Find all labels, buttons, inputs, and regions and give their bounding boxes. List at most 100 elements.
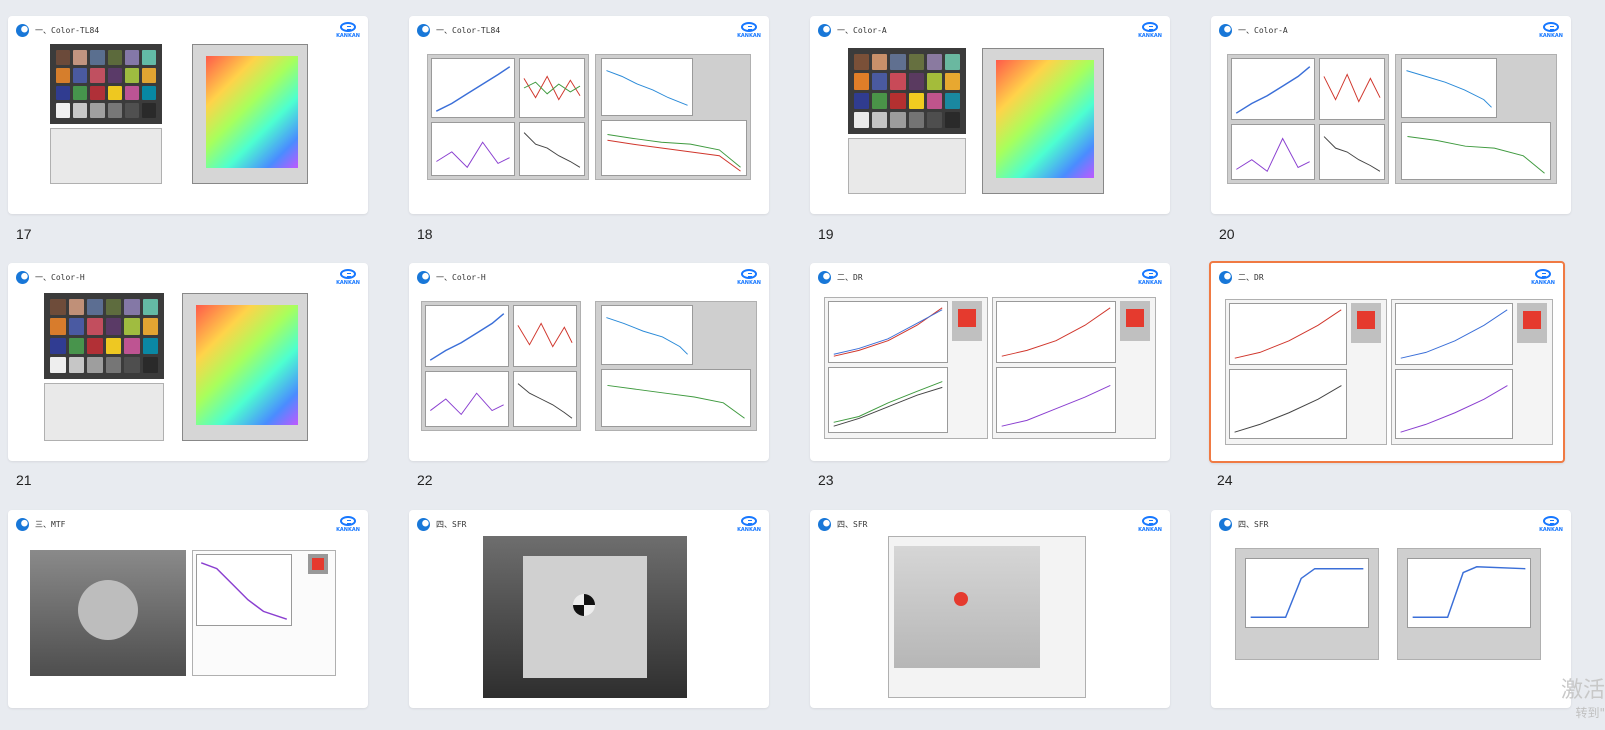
brand-logo: KANKAN	[736, 269, 762, 286]
brand-logo: KANKAN	[1530, 269, 1556, 286]
brand-logo: KANKAN	[1137, 22, 1163, 39]
density-graph	[431, 58, 515, 118]
logo-icon	[1219, 518, 1232, 531]
slide-title: 一、Color-A	[1219, 24, 1288, 37]
noise-graph	[519, 58, 585, 118]
slide-thumbnail-24[interactable]: 二、DR KANKAN	[1209, 261, 1565, 463]
brand-logo: KANKAN	[1137, 269, 1163, 286]
logo-icon	[1219, 271, 1232, 284]
spectrum-graph	[1319, 124, 1385, 180]
slide-thumbnail-20[interactable]: 一、Color-A KANKAN	[1211, 16, 1571, 214]
slide-title: 一、Color-A	[818, 24, 887, 37]
red-patch-image-2	[1517, 303, 1547, 343]
slide-thumbnail-27[interactable]: 四、SFR KANKAN	[810, 510, 1170, 708]
slide-number: 20	[1219, 226, 1235, 242]
slide-number: 19	[818, 226, 834, 242]
logo-icon	[16, 271, 29, 284]
sfr-chart-photo	[483, 536, 687, 698]
dr-density-graph	[1229, 303, 1347, 365]
slide-thumbnail-19[interactable]: 一、Color-A KANKAN	[810, 16, 1170, 214]
red-patch-image	[952, 301, 982, 341]
slide-title: 一、Color-H	[417, 271, 486, 284]
color-checker-image	[50, 44, 162, 124]
slide-number: 21	[16, 472, 32, 488]
sfr-chart-photo	[894, 546, 1040, 668]
slide-title: 一、Color-H	[16, 271, 85, 284]
brand-logo: KANKAN	[736, 22, 762, 39]
colorchecker-graph	[1401, 58, 1497, 118]
gamut-chart-plot	[206, 56, 298, 168]
brand-logo: KANKAN	[1538, 516, 1564, 533]
density-graph	[1231, 58, 1315, 120]
slide-number: 17	[16, 226, 32, 242]
dr-noise-graph-2	[1395, 369, 1513, 439]
colorchecker-graph	[601, 305, 693, 365]
color-checker-image	[44, 293, 164, 379]
activation-watermark: 激活 转到"	[1560, 678, 1605, 721]
red-patch-image	[1351, 303, 1381, 343]
gamut-chart-plot	[996, 60, 1094, 178]
red-patch-image-2	[1120, 301, 1150, 341]
slide-thumbnail-21[interactable]: 一、Color-H KANKAN	[8, 263, 368, 461]
logo-icon	[16, 518, 29, 531]
logo-icon	[417, 271, 430, 284]
slide-thumbnail-28[interactable]: 四、SFR KANKAN	[1211, 510, 1571, 708]
dr-density-graph-2	[1395, 303, 1513, 365]
density-graph	[425, 305, 509, 367]
logo-icon	[417, 24, 430, 37]
snr-graph	[425, 371, 509, 427]
dr-noise-graph	[828, 367, 948, 433]
slide-thumbnail-25[interactable]: 三、MTF KANKAN	[8, 510, 368, 708]
report-panel	[848, 138, 966, 194]
edge-profile-graph-right	[1407, 558, 1531, 628]
dr-density-graph	[828, 301, 948, 363]
logo-icon	[1219, 24, 1232, 37]
brand-logo: KANKAN	[736, 516, 762, 533]
logo-icon	[818, 24, 831, 37]
logo-icon	[818, 271, 831, 284]
slide-number: 24	[1217, 472, 1233, 488]
red-patch-image	[308, 554, 328, 574]
pixel-graph	[1401, 122, 1551, 180]
gamut-chart-plot	[196, 305, 298, 425]
mtf-graph	[196, 554, 292, 626]
slide-title: 一、Color-TL84	[16, 24, 99, 37]
pixel-graph	[601, 120, 747, 176]
spectrum-graph	[513, 371, 577, 427]
snr-graph	[1231, 124, 1315, 180]
report-panel	[50, 128, 162, 184]
noise-graph	[513, 305, 577, 367]
slide-title: 三、MTF	[16, 518, 65, 531]
slide-number: 23	[818, 472, 834, 488]
report-panel	[44, 383, 164, 441]
slide-title: 四、SFR	[818, 518, 867, 531]
snr-graph	[431, 122, 515, 176]
slide-title: 二、DR	[818, 271, 863, 284]
brand-logo: KANKAN	[1538, 22, 1564, 39]
slide-title: 二、DR	[1219, 271, 1264, 284]
brand-logo: KANKAN	[1137, 516, 1163, 533]
pixel-graph	[601, 369, 751, 427]
mtf-chart-photo	[30, 550, 186, 676]
spectrum-graph	[519, 122, 585, 176]
logo-icon	[16, 24, 29, 37]
slide-title: 四、SFR	[1219, 518, 1268, 531]
logo-icon	[818, 518, 831, 531]
slide-thumbnail-18[interactable]: 一、Color-TL84 KANKAN	[409, 16, 769, 214]
slide-title: 四、SFR	[417, 518, 466, 531]
brand-logo: KANKAN	[335, 269, 361, 286]
noise-graph	[1319, 58, 1385, 120]
dr-noise-graph	[1229, 369, 1347, 439]
slide-thumbnail-26[interactable]: 四、SFR KANKAN	[409, 510, 769, 708]
brand-logo: KANKAN	[335, 22, 361, 39]
slide-number: 18	[417, 226, 433, 242]
color-checker-image	[848, 48, 966, 134]
dr-density-graph-2	[996, 301, 1116, 363]
colorchecker-graph	[601, 58, 693, 116]
slide-thumbnail-17[interactable]: 一、Color-TL84 KANKAN	[8, 16, 368, 214]
slide-thumbnail-22[interactable]: 一、Color-H KANKAN	[409, 263, 769, 461]
slide-number: 22	[417, 472, 433, 488]
slide-title: 一、Color-TL84	[417, 24, 500, 37]
slide-thumbnail-23[interactable]: 二、DR KANKAN	[810, 263, 1170, 461]
logo-icon	[417, 518, 430, 531]
